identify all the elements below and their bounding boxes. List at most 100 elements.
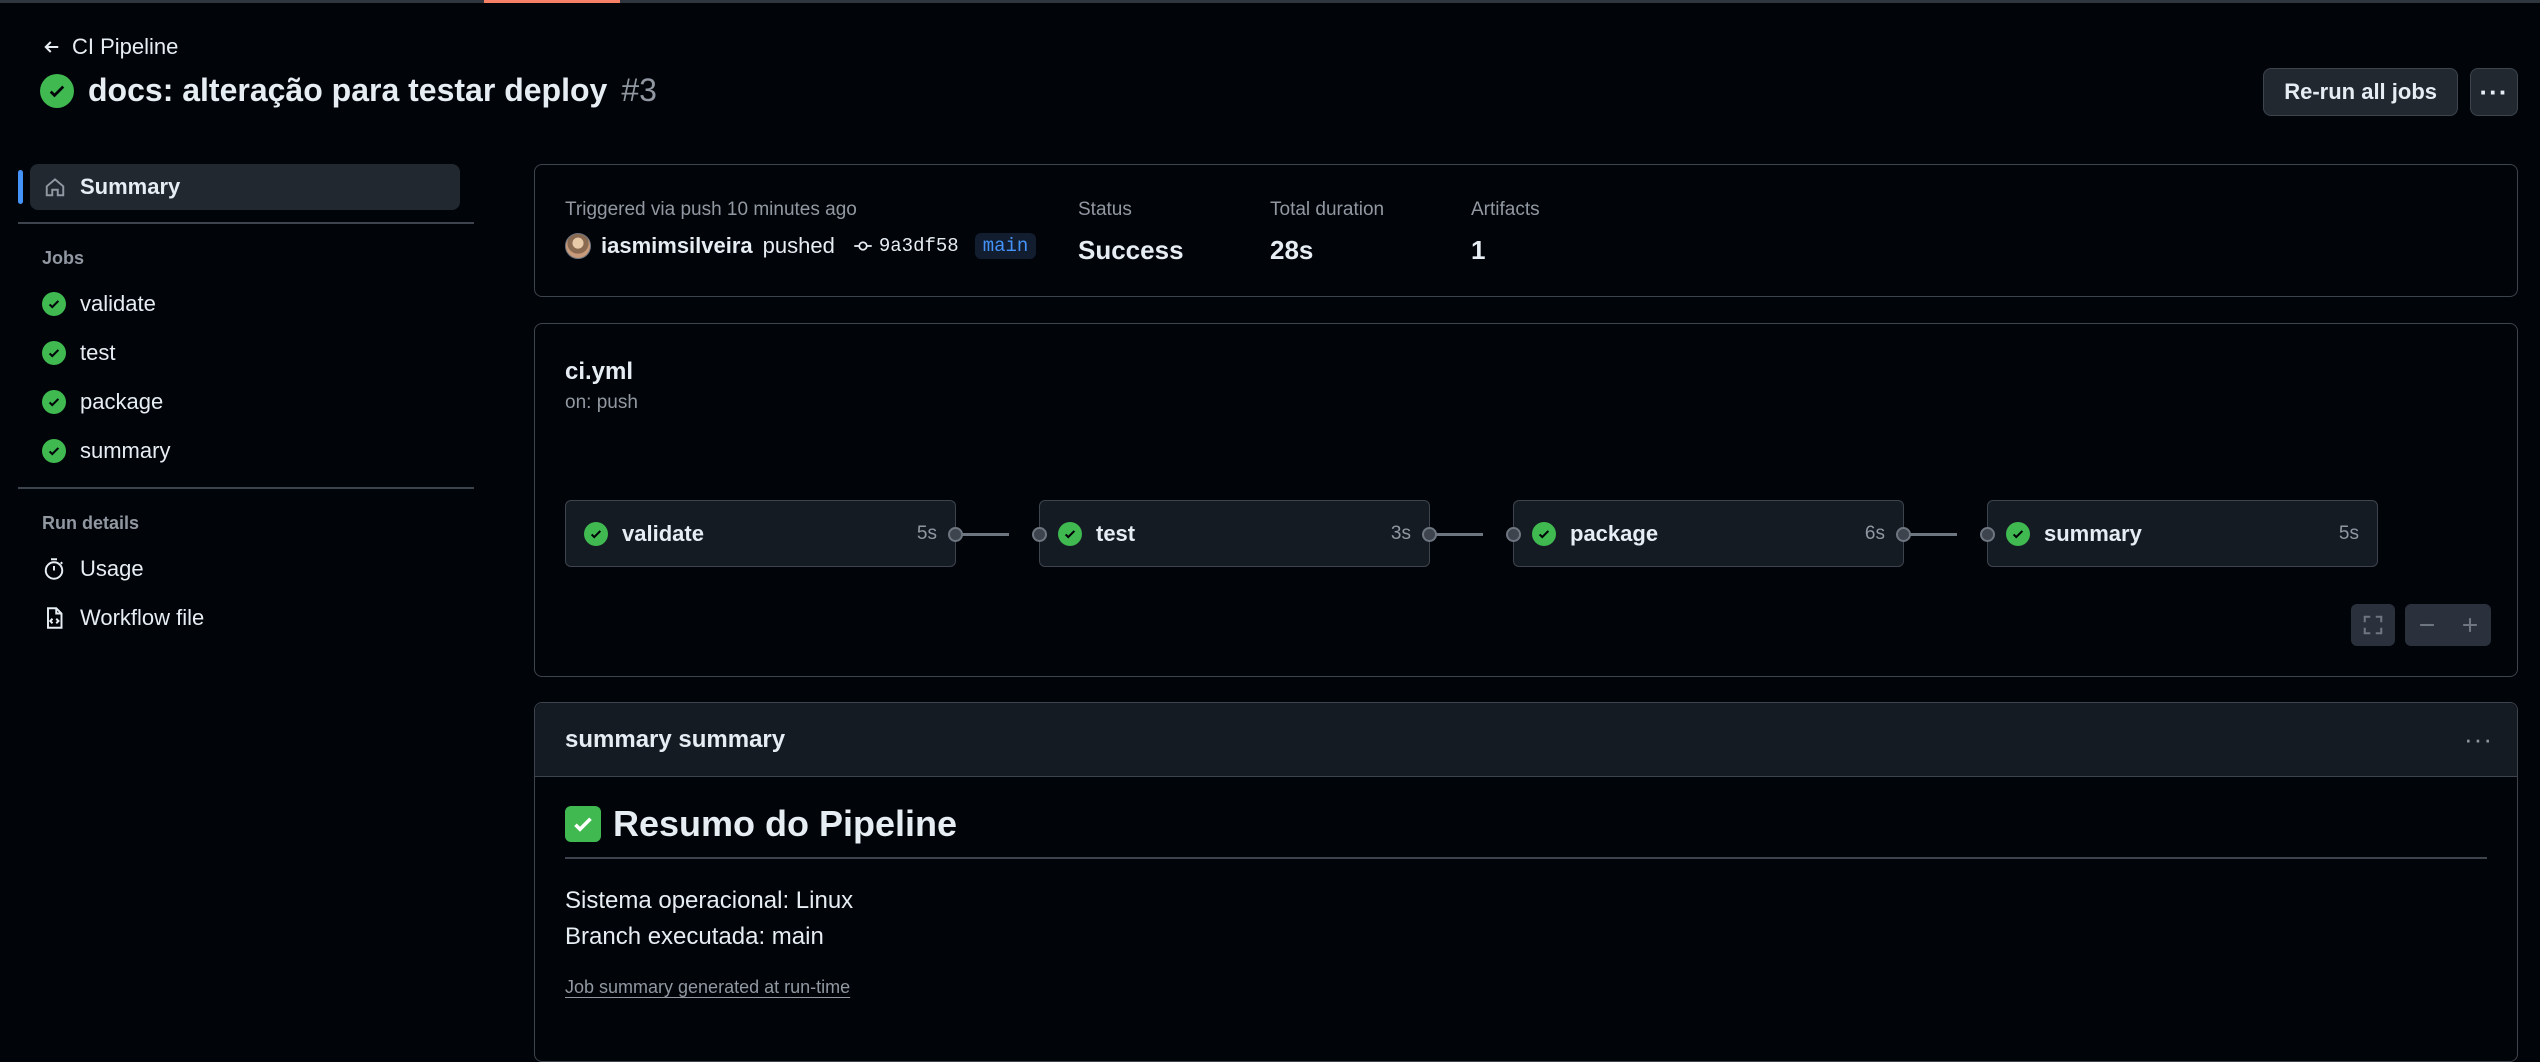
commit-sha: 9a3df58 (878, 235, 959, 257)
job-connector (1905, 533, 1957, 536)
artifacts-value[interactable]: 1 (1471, 235, 1540, 266)
sidebar-item-label: validate (80, 290, 156, 316)
summary-line: Sistema operacional: Linux (565, 887, 854, 914)
job-name: summary (2044, 520, 2142, 546)
artifacts-label: Artifacts (1471, 199, 1540, 220)
top-border (0, 0, 2540, 3)
duration-block: Total duration 28s (1270, 199, 1384, 266)
connector-dot (1506, 527, 1521, 542)
success-check-icon (42, 291, 66, 316)
sidebar-item-label: test (80, 339, 116, 365)
job-node-summary[interactable]: summary 5s (1980, 500, 2378, 567)
job-duration: 5s (2338, 522, 2359, 544)
success-check-icon (40, 73, 74, 108)
connector-dot (1896, 527, 1911, 542)
fullscreen-button[interactable] (2351, 604, 2395, 646)
zoom-in-icon[interactable] (2459, 614, 2481, 636)
status-value: Success (1078, 235, 1184, 265)
job-name: package (1570, 520, 1659, 546)
sidebar-item-summary-job[interactable]: summary (18, 426, 474, 475)
run-summary-panel: Triggered via push 10 minutes ago iasmim… (534, 164, 2518, 297)
job-node-validate[interactable]: validate 5s (565, 500, 963, 567)
status-block: Status Success (1078, 199, 1184, 266)
home-icon (45, 178, 65, 197)
success-check-icon (1532, 521, 1556, 546)
header-actions: Re-run all jobs ··· (2263, 68, 2518, 116)
job-summary-body: Resumo do Pipeline Sistema operacional: … (535, 777, 2517, 1024)
zoom-out-icon[interactable] (2416, 614, 2438, 636)
job-summary-panel: summary summary ··· Resumo do Pipeline S… (534, 702, 2518, 1062)
job-name: test (1096, 520, 1136, 546)
trigger-info: Triggered via push 10 minutes ago iasmim… (565, 199, 1037, 259)
file-code-icon (47, 606, 63, 629)
sidebar-item-label: Usage (80, 555, 144, 581)
job-summary-header: summary summary ··· (535, 703, 2517, 777)
job-summary-more-button[interactable]: ··· (2464, 724, 2493, 755)
duration-value: 28s (1270, 235, 1314, 265)
summary-heading-text: Resumo do Pipeline (613, 803, 958, 844)
more-actions-button[interactable]: ··· (2470, 68, 2518, 116)
connector-dot (948, 527, 963, 542)
actor-name[interactable]: iasmimsilveira (601, 233, 753, 259)
success-check-icon (42, 340, 66, 365)
sidebar-item-test[interactable]: test (18, 328, 474, 377)
fullscreen-icon (2363, 615, 2383, 635)
sidebar-item-summary[interactable]: Summary (18, 164, 460, 210)
trigger-text: Triggered via push 10 minutes ago (565, 199, 857, 220)
run-title: docs: alteração para testar deploy #3 (40, 72, 657, 109)
artifacts-block: Artifacts 1 (1471, 199, 1540, 266)
commit-link[interactable]: 9a3df58 (853, 235, 959, 257)
rerun-all-jobs-button[interactable]: Re-run all jobs (2263, 68, 2458, 116)
job-summary-footer-link[interactable]: Job summary generated at run-time (565, 977, 2487, 998)
check-mark-emoji-icon (565, 806, 601, 842)
sidebar-item-usage[interactable]: Usage (18, 544, 474, 593)
sidebar-item-label: summary (80, 437, 171, 463)
job-connector (957, 533, 1009, 536)
run-details-heading: Run details (42, 513, 140, 533)
sidebar-item-package[interactable]: package (18, 377, 474, 426)
success-check-icon (2006, 521, 2030, 546)
avatar[interactable] (565, 233, 591, 259)
back-link-ci-pipeline[interactable]: CI Pipeline (42, 34, 178, 60)
status-label: Status (1078, 199, 1132, 220)
job-duration: 6s (1864, 522, 1885, 544)
job-node-test[interactable]: test 3s (1032, 500, 1437, 567)
stopwatch-icon (44, 557, 64, 580)
duration-label: Total duration (1270, 199, 1385, 220)
summary-line: Branch executada: main (565, 923, 824, 950)
summary-heading: Resumo do Pipeline (565, 803, 2487, 859)
job-duration: 5s (916, 522, 937, 544)
sidebar-item-label: Workflow file (80, 604, 205, 630)
actor-action: pushed (762, 233, 835, 258)
success-check-icon (1058, 521, 1082, 546)
sidebar-item-workflow-file[interactable]: Workflow file (18, 593, 474, 642)
workflow-trigger: on: push (565, 392, 638, 413)
workflow-graph-panel: ci.yml on: push validate 5s test 3s pack… (534, 323, 2518, 677)
sidebar: Summary Jobs validate test package summa… (18, 164, 474, 642)
connector-dot (1980, 527, 1995, 542)
branch-tag[interactable]: main (974, 233, 1037, 259)
run-title-text: docs: alteração para testar deploy (88, 72, 608, 108)
actor-line: iasmimsilveira pushed 9a3df58 main (565, 233, 1037, 259)
connector-dot (1422, 527, 1437, 542)
job-name: validate (622, 520, 704, 546)
success-check-icon (42, 438, 66, 463)
success-check-icon (42, 389, 66, 414)
zoom-controls (2405, 604, 2491, 646)
workflow-file-name: ci.yml (565, 358, 634, 385)
back-link-label: CI Pipeline (72, 34, 179, 59)
sidebar-item-label: Summary (80, 174, 181, 199)
sidebar-item-validate[interactable]: validate (18, 279, 474, 328)
job-node-package[interactable]: package 6s (1506, 500, 1911, 567)
active-tab-underline (484, 0, 620, 3)
job-connector (1431, 533, 1483, 536)
git-commit-icon (854, 241, 872, 251)
jobs-heading: Jobs (42, 248, 85, 268)
run-number: #3 (621, 72, 657, 108)
arrow-left-icon (44, 41, 59, 53)
job-duration: 3s (1390, 522, 1411, 544)
sidebar-item-label: package (80, 388, 164, 414)
success-check-icon (584, 521, 608, 546)
job-summary-title: summary summary (565, 725, 786, 753)
connector-dot (1032, 527, 1047, 542)
